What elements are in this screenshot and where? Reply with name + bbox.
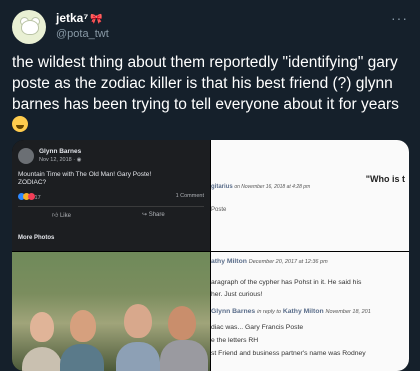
fb-post-text: Mountain Time with The Old Man! Gary Pos… xyxy=(18,171,178,187)
reply-to-label: in reply to xyxy=(257,309,281,315)
fb-divider xyxy=(18,206,204,207)
comment-author-1: athy Milton December 20, 2017 at 12:36 p… xyxy=(211,258,328,265)
fb-author-name: Glynn Barnes xyxy=(39,148,82,155)
avatar-face xyxy=(21,20,39,35)
comment-author-2-name: Glynn Barnes xyxy=(211,308,256,315)
display-name-text[interactable]: jetka⁷ xyxy=(56,11,88,25)
comment-text: Poste xyxy=(211,207,227,213)
fb-more-photos: More Photos xyxy=(18,235,55,241)
fb-date-text: Nov 12, 2018 · xyxy=(39,157,77,163)
media-forum-comment-bottom[interactable]: athy Milton December 20, 2017 at 12:36 p… xyxy=(211,252,409,371)
comment-2-line-1: diac was... Gary Francis Poste xyxy=(211,324,304,331)
user-handle[interactable]: @pota_twt xyxy=(56,28,109,40)
crying-emoji-icon xyxy=(12,116,28,132)
tweet-media-grid[interactable]: Glynn Barnes Nov 12, 2018 · ◉ Mountain T… xyxy=(12,140,409,371)
fb-post-date: Nov 12, 2018 · ◉ xyxy=(39,157,81,163)
comment-1-line-1: aragraph of the cypher has Pohst in it. … xyxy=(211,279,362,286)
fb-share-button: ↪ Share xyxy=(142,211,165,218)
media-forum-comment-top[interactable]: "Who is t gitarius on November 16, 2018 … xyxy=(211,140,409,251)
fb-share-label: Share xyxy=(148,212,165,218)
person-4-head xyxy=(168,306,196,340)
person-4-shirt xyxy=(160,340,208,371)
comment-author: gitarius on November 16, 2018 at 4:28 pm xyxy=(211,184,310,190)
comment-author-1-name: athy Milton xyxy=(211,258,247,265)
person-2-shirt xyxy=(60,344,104,371)
tweet-body: the wildest thing about them reportedly … xyxy=(12,54,399,113)
fb-author-avatar xyxy=(18,148,34,164)
person-3-head xyxy=(124,304,152,338)
person-2-head xyxy=(70,310,96,342)
comment-2-line-3: st Friend and business partner's name wa… xyxy=(211,350,366,357)
comment-author-name: gitarius xyxy=(211,184,233,190)
fb-text-line2: ZODIAC? xyxy=(18,179,47,186)
display-name[interactable]: jetka⁷ 🎀 xyxy=(56,11,103,25)
fb-like-label: Like xyxy=(59,213,71,219)
comment-1-line-2: her. Just curious! xyxy=(211,291,263,298)
profile-avatar[interactable] xyxy=(12,10,46,44)
person-1-shirt xyxy=(22,347,62,371)
person-1-head xyxy=(30,312,54,342)
fb-text-line1: Mountain Time with The Old Man! Gary Pos… xyxy=(18,171,152,178)
globe-icon: ◉ xyxy=(76,157,82,163)
comment-timestamp-1: December 20, 2017 at 12:36 pm xyxy=(248,259,328,265)
comment-author-2: Glynn Barnes in reply to Kathy Milton No… xyxy=(211,308,371,315)
comment-timestamp: on November 16, 2018 at 4:28 pm xyxy=(234,184,311,190)
person-3-shirt xyxy=(116,342,160,371)
fb-reactions: 17 xyxy=(18,193,41,201)
fb-like-button: 👍︎ Like xyxy=(52,211,71,219)
thumbs-up-icon: 👍︎ xyxy=(52,213,59,219)
comment-timestamp-2: November 18, 201 xyxy=(325,309,371,315)
fb-reaction-count: 17 xyxy=(34,195,41,201)
media-group-photo[interactable] xyxy=(12,252,210,371)
reply-target-name: Kathy Milton xyxy=(282,308,324,315)
article-title: "Who is t xyxy=(365,174,405,184)
comment-2-line-2: e the letters RH xyxy=(211,337,259,344)
media-facebook-post[interactable]: Glynn Barnes Nov 12, 2018 · ◉ Mountain T… xyxy=(12,140,210,251)
tweet-text: the wildest thing about them reportedly … xyxy=(12,52,412,136)
fb-comment-count: 1 Comment xyxy=(175,193,204,199)
bow-icon: 🎀 xyxy=(90,14,103,25)
share-arrow-icon: ↪ xyxy=(142,212,148,218)
more-options-icon[interactable]: ··· xyxy=(391,10,408,26)
